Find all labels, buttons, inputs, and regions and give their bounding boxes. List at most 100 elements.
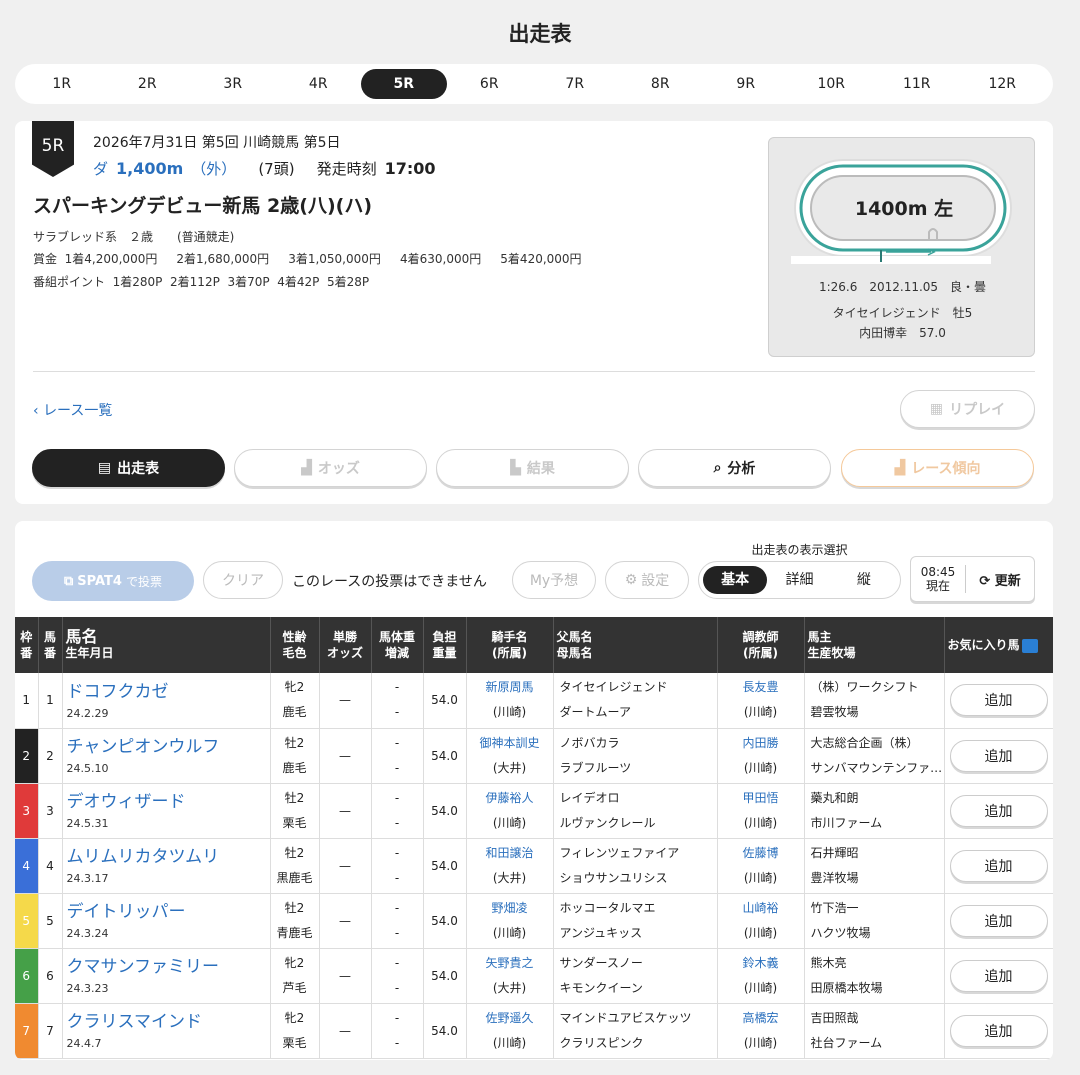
horse-name-link[interactable]: ドコフクカゼ	[63, 681, 270, 703]
trainer-link[interactable]: 内田勝	[718, 731, 804, 756]
jockey-link[interactable]: 御神本訓史	[467, 731, 553, 756]
burden-weight: 54.0	[423, 1003, 467, 1059]
trainer-link[interactable]: 山崎裕	[718, 896, 804, 921]
race-name: スパーキングデビュー新馬 2歳(八)(ハ)	[33, 195, 373, 217]
page-title: 出走表	[508, 22, 572, 46]
view-basic[interactable]: 基本	[703, 566, 768, 594]
settings-button[interactable]: ⚙ 設定	[605, 561, 689, 599]
add-favorite-button[interactable]: 追加	[949, 1014, 1048, 1047]
jockey-link[interactable]: 佐野遥久	[467, 1006, 553, 1031]
horse-name-link[interactable]: デイトリッパー	[63, 901, 270, 923]
race-tab-7r[interactable]: 7R	[532, 69, 618, 99]
race-tab-3r[interactable]: 3R	[190, 69, 276, 99]
tab-results[interactable]: ▙ 結果	[436, 449, 629, 487]
horse-name-link[interactable]: ムリムリカタツムリ	[63, 846, 270, 868]
body-weight-diff: -	[394, 925, 400, 940]
body-weight: -	[394, 900, 400, 915]
favorite-cell: 追加	[944, 893, 1053, 949]
breeder-name: ハクツ牧場	[810, 925, 871, 940]
breeder-name: 碧雲牧場	[810, 705, 859, 720]
race-tab-6r[interactable]: 6R	[447, 69, 533, 99]
trainer-link[interactable]: 佐藤博	[718, 841, 804, 866]
tab-odds[interactable]: ▟ オッズ	[234, 449, 427, 487]
odds-cell: —	[319, 893, 372, 949]
owner-name: 藥丸和朗	[810, 790, 859, 805]
pedigree-cell: マインドユアビスケッツ クラリスピンク	[553, 1003, 718, 1059]
race-tab-5r[interactable]: 5R	[361, 69, 447, 99]
trainer-link[interactable]: 鈴木義	[718, 951, 804, 976]
race-tab-1r[interactable]: 1R	[19, 69, 105, 99]
jockey-cell: 矢野貴之 (大井)	[466, 948, 554, 1004]
back-link-label: レース一覧	[43, 403, 113, 419]
tab-entries[interactable]: ▤ 出走表	[32, 449, 225, 487]
favorite-cell: 追加	[944, 728, 1053, 784]
jockey-link[interactable]: 新原周馬	[467, 675, 553, 700]
back-to-race-list-link[interactable]: ‹ レース一覧	[33, 400, 112, 420]
trainer-link[interactable]: 長友豊	[718, 675, 804, 700]
header-jockey: 騎手名 (所属)	[466, 617, 554, 673]
jockey-link[interactable]: 和田譲治	[467, 841, 553, 866]
add-favorite-button[interactable]: 追加	[949, 959, 1048, 992]
race-tab-11r[interactable]: 11R	[874, 69, 960, 99]
odds-cell: —	[319, 1003, 372, 1059]
dam-name: クラリスピンク	[559, 1035, 644, 1050]
race-tab-8r[interactable]: 8R	[618, 69, 704, 99]
pedigree-cell: タイセイレジェンド ダートムーア	[553, 673, 718, 729]
horse-number: 5	[38, 893, 63, 949]
jockey-link[interactable]: 矢野貴之	[467, 951, 553, 976]
film-icon: ▦	[929, 401, 944, 417]
horse-name-link[interactable]: クラリスマインド	[63, 1011, 270, 1033]
breeder-name: 市川ファーム	[810, 815, 883, 830]
trainer-cell: 佐藤博 (川崎)	[717, 838, 805, 894]
race-tab-10r[interactable]: 10R	[789, 69, 875, 99]
replay-button[interactable]: ▦ リプレイ	[900, 390, 1035, 428]
header-trainer: 調教師 (所属)	[717, 617, 805, 673]
add-favorite-button[interactable]: 追加	[949, 684, 1048, 717]
jockey-cell: 和田譲治 (大井)	[466, 838, 554, 894]
race-tab-2r[interactable]: 2R	[105, 69, 191, 99]
sex-age: 牡2	[284, 735, 305, 750]
race-tab-4r[interactable]: 4R	[276, 69, 362, 99]
trainer-link[interactable]: 高橋宏	[718, 1006, 804, 1031]
clear-button[interactable]: クリア	[203, 561, 283, 599]
coat-color: 鹿毛	[282, 760, 307, 775]
no-vote-notice: このレースの投票はできません	[292, 574, 487, 590]
add-favorite-button[interactable]: 追加	[949, 849, 1048, 882]
dam-name: アンジュキッス	[559, 925, 643, 940]
jockey-cell: 新原周馬 (川崎)	[466, 673, 554, 729]
jockey-cell: 野畑凌 (川崎)	[466, 893, 554, 949]
tab-analysis[interactable]: ⌕ 分析	[638, 449, 831, 487]
jockey-affiliation: (大井)	[492, 870, 527, 885]
owner-cell: 竹下浩一 ハクツ牧場	[804, 893, 945, 949]
trainer-link[interactable]: 甲田悟	[718, 786, 804, 811]
my-pick-button[interactable]: My予想	[512, 561, 596, 599]
horse-birth: 24.2.29	[66, 706, 109, 720]
view-detail[interactable]: 詳細	[767, 566, 831, 594]
view-vertical[interactable]: 縦	[832, 566, 896, 594]
body-weight: -	[394, 735, 400, 750]
race-tab-9r[interactable]: 9R	[703, 69, 789, 99]
jockey-link[interactable]: 野畑凌	[467, 896, 553, 921]
race-tab-12r[interactable]: 12R	[960, 69, 1046, 99]
gear-icon: ⚙	[624, 572, 638, 588]
jockey-link[interactable]: 伊藤裕人	[467, 786, 553, 811]
refresh-label: 更新	[994, 573, 1021, 589]
race-info-card: 5R 2026年7月31日 第5回 川崎競馬 第5日 ダ 1,400m （外） …	[15, 121, 1053, 504]
add-favorite-button[interactable]: 追加	[949, 904, 1048, 937]
favorite-cell: 追加	[944, 673, 1053, 729]
spat4-vote-button[interactable]: ⧉ SPAT4 で投票	[32, 561, 194, 601]
horse-name-link[interactable]: チャンピオンウルフ	[63, 736, 270, 758]
update-panel: 08:45 現在 ⟳ 更新	[910, 556, 1035, 602]
horse-name-link[interactable]: クマサンファミリー	[63, 956, 270, 978]
horse-cell: ムリムリカタツムリ 24.3.17	[62, 838, 271, 894]
add-favorite-button[interactable]: 追加	[949, 739, 1048, 772]
add-favorite-button[interactable]: 追加	[949, 794, 1048, 827]
sex-age: 牝2	[284, 680, 305, 695]
body-weight-cell: --	[371, 728, 424, 784]
horse-name-link[interactable]: デオウィザード	[63, 791, 270, 813]
sire-name: タイセイレジェンド	[559, 680, 668, 695]
sex-age-cell: 牝2 鹿毛	[270, 673, 320, 729]
body-weight-cell: --	[371, 783, 424, 839]
tab-race-trend[interactable]: ▟ レース傾向	[841, 449, 1034, 487]
refresh-button[interactable]: ⟳ 更新	[966, 570, 1034, 589]
